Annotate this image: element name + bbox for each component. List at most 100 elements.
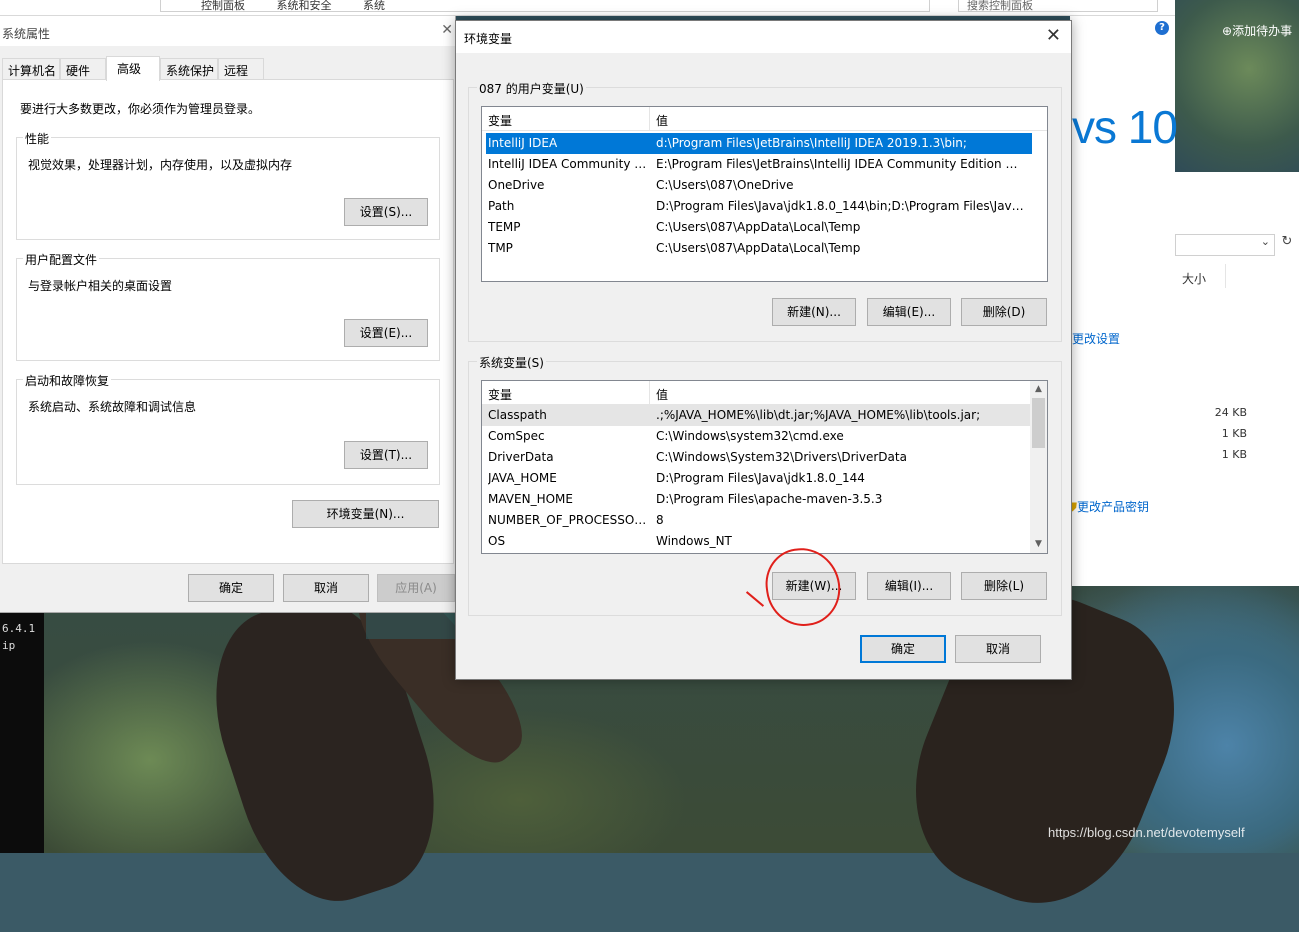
- list-item[interactable]: TEMP C:\Users\087\AppData\Local\Temp: [482, 217, 1047, 238]
- apply-button[interactable]: 应用(A): [377, 574, 455, 602]
- list-item[interactable]: Path D:\Program Files\Java\jdk1.8.0_144\…: [482, 196, 1047, 217]
- dialog-titlebar[interactable]: 系统属性 ✕: [0, 16, 455, 46]
- variable-name: JAVA_HOME: [488, 471, 557, 485]
- cancel-button[interactable]: 取消: [283, 574, 369, 602]
- environment-variables-button[interactable]: 环境变量(N)...: [292, 500, 439, 528]
- list-item[interactable]: ComSpec C:\Windows\system32\cmd.exe: [482, 426, 1047, 447]
- tab-remote[interactable]: 远程: [218, 58, 264, 80]
- performance-settings-button[interactable]: 设置(S)...: [344, 198, 428, 226]
- user-delete-button[interactable]: 删除(D): [961, 298, 1047, 326]
- list-item[interactable]: MAVEN_HOME D:\Program Files\apache-maven…: [482, 489, 1047, 510]
- variable-name: Classpath: [488, 408, 547, 422]
- list-item[interactable]: DriverData C:\Windows\System32\Drivers\D…: [482, 447, 1047, 468]
- variable-name: NUMBER_OF_PROCESSORS: [488, 513, 648, 527]
- user-new-button[interactable]: 新建(N)...: [772, 298, 856, 326]
- column-divider[interactable]: [649, 107, 650, 131]
- startup-settings-button[interactable]: 设置(T)...: [344, 441, 428, 469]
- dialog-title: 环境变量: [464, 32, 513, 46]
- tab-hardware[interactable]: 硬件: [60, 58, 106, 80]
- tab-advanced[interactable]: 高级: [106, 56, 160, 81]
- address-combo[interactable]: ⌄: [1175, 234, 1275, 256]
- variable-value: .;%JAVA_HOME%\lib\dt.jar;%JAVA_HOME%\lib…: [656, 408, 981, 422]
- breadcrumb-item[interactable]: 系统: [363, 0, 385, 11]
- list-item[interactable]: JAVA_HOME D:\Program Files\Java\jdk1.8.0…: [482, 468, 1047, 489]
- column-divider[interactable]: [649, 381, 650, 405]
- breadcrumb-item[interactable]: 控制面板: [201, 0, 245, 11]
- tab-system-protection[interactable]: 系统保护: [160, 58, 218, 80]
- dialog-titlebar[interactable]: 环境变量 ✕: [456, 21, 1071, 53]
- group-description: 视觉效果，处理器计划，内存使用，以及虚拟内存: [28, 158, 293, 172]
- list-header: 变量 值: [482, 381, 1047, 405]
- windows-logo-text: vs 10: [1072, 101, 1178, 153]
- group-title: 用户配置文件: [23, 251, 100, 268]
- file-size: 1 KB: [1221, 427, 1247, 440]
- file-size: 1 KB: [1221, 448, 1247, 461]
- change-settings-link[interactable]: 更改设置: [1072, 330, 1120, 347]
- breadcrumb-item[interactable]: 系统和安全: [277, 0, 332, 11]
- column-header-value[interactable]: 值: [656, 112, 668, 129]
- list-item[interactable]: IntelliJ IDEA d:\Program Files\JetBrains…: [486, 133, 1032, 154]
- variable-name: ComSpec: [488, 429, 545, 443]
- variable-value: D:\Program Files\Java\jdk1.8.0_144\bin;D…: [656, 199, 1024, 213]
- watermark: https://blog.csdn.net/devotemyself: [1048, 825, 1245, 840]
- variable-value: D:\Program Files\apache-maven-3.5.3: [656, 492, 883, 506]
- user-variables-group: 087 的用户变量(U) 变量 值 IntelliJ IDEA d:\Progr…: [468, 80, 1062, 342]
- column-header-variable[interactable]: 变量: [488, 112, 512, 129]
- startup-recovery-group: 启动和故障恢复 系统启动、系统故障和调试信息 设置(T)...: [16, 372, 440, 485]
- close-icon[interactable]: ✕: [441, 22, 453, 38]
- column-header-value[interactable]: 值: [656, 386, 668, 403]
- group-title: 087 的用户变量(U): [477, 80, 586, 97]
- list-item[interactable]: OS Windows_NT: [482, 531, 1047, 552]
- change-product-key-link[interactable]: ⛊更改产品密钥: [1068, 498, 1149, 515]
- todo-tab-label: 添加待办事: [1232, 24, 1293, 38]
- variable-name: TMP: [488, 241, 513, 255]
- environment-variables-dialog: 环境变量 ✕ 087 的用户变量(U) 变量 值 IntelliJ IDEA d…: [455, 20, 1072, 680]
- variable-name: IntelliJ IDEA: [488, 136, 558, 150]
- help-icon[interactable]: ?: [1155, 21, 1169, 35]
- list-item[interactable]: IntelliJ IDEA Community E... E:\Program …: [482, 154, 1047, 175]
- cancel-button[interactable]: 取消: [955, 635, 1041, 663]
- variable-name: TEMP: [488, 220, 521, 234]
- ok-button[interactable]: 确定: [188, 574, 274, 602]
- search-input[interactable]: 搜索控制面板: [958, 0, 1158, 12]
- system-delete-button[interactable]: 删除(L): [961, 572, 1047, 600]
- control-panel-address-bar: 控制面板 系统和安全 系统 搜索控制面板: [0, 0, 1175, 16]
- terminal-line: ip: [2, 639, 16, 652]
- user-profile-group: 用户配置文件 与登录帐户相关的桌面设置 设置(E)...: [16, 251, 440, 361]
- system-variables-list[interactable]: 变量 值 Classpath .;%JAVA_HOME%\lib\dt.jar;…: [481, 380, 1048, 554]
- file-size: 24 KB: [1214, 406, 1247, 419]
- refresh-icon[interactable]: ↻: [1277, 234, 1297, 256]
- user-edit-button[interactable]: 编辑(E)...: [867, 298, 951, 326]
- terminal-window[interactable]: 6.4.1 ip: [0, 612, 44, 853]
- list-item[interactable]: NUMBER_OF_PROCESSORS 8: [482, 510, 1047, 531]
- variable-name: DriverData: [488, 450, 554, 464]
- scroll-up-icon[interactable]: ▲: [1030, 381, 1047, 398]
- dialog-title: 系统属性: [2, 27, 51, 41]
- list-item[interactable]: OneDrive C:\Users\087\OneDrive: [482, 175, 1047, 196]
- column-header-variable[interactable]: 变量: [488, 386, 512, 403]
- column-header-size[interactable]: 大小: [1182, 270, 1206, 287]
- list-item[interactable]: TMP C:\Users\087\AppData\Local\Temp: [482, 238, 1047, 259]
- profile-settings-button[interactable]: 设置(E)...: [344, 319, 428, 347]
- variable-name: OS: [488, 534, 506, 548]
- close-icon[interactable]: ✕: [1046, 25, 1061, 46]
- scroll-thumb[interactable]: [1032, 398, 1045, 448]
- group-description: 与登录帐户相关的桌面设置: [28, 279, 173, 293]
- column-divider: [1225, 264, 1226, 288]
- performance-group: 性能 视觉效果，处理器计划，内存使用，以及虚拟内存 设置(S)...: [16, 130, 440, 240]
- terminal-line: 6.4.1: [2, 622, 36, 635]
- list-item[interactable]: Classpath .;%JAVA_HOME%\lib\dt.jar;%JAVA…: [482, 405, 1032, 426]
- user-variables-list[interactable]: 变量 值 IntelliJ IDEA d:\Program Files\JetB…: [481, 106, 1048, 282]
- scroll-down-icon[interactable]: ▼: [1030, 536, 1047, 553]
- todo-tab[interactable]: ⊕添加待办事: [1222, 22, 1292, 39]
- vertical-scrollbar[interactable]: ▲ ▼: [1030, 381, 1047, 553]
- list-header: 变量 值: [482, 107, 1047, 131]
- breadcrumb[interactable]: 控制面板 系统和安全 系统: [160, 0, 930, 12]
- ok-button[interactable]: 确定: [860, 635, 946, 663]
- group-description: 系统启动、系统故障和调试信息: [28, 400, 197, 414]
- variable-value: E:\Program Files\JetBrains\IntelliJ IDEA…: [656, 157, 1024, 171]
- variable-value: C:\Windows\System32\Drivers\DriverData: [656, 450, 907, 464]
- tab-computer-name[interactable]: 计算机名: [2, 58, 60, 80]
- variable-name: MAVEN_HOME: [488, 492, 573, 506]
- system-edit-button[interactable]: 编辑(I)...: [867, 572, 951, 600]
